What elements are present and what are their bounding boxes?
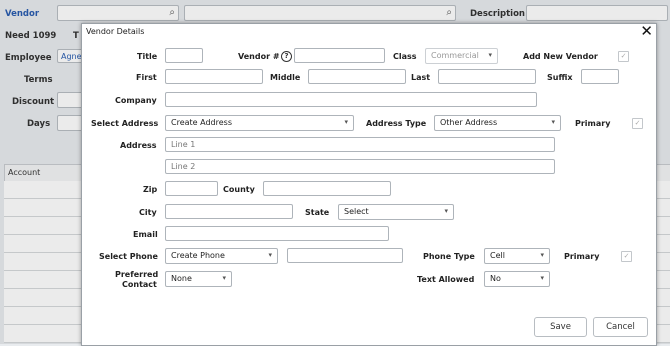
suffix-input[interactable] [581, 69, 619, 84]
select-phone-value: Create Phone [171, 251, 225, 260]
text-allowed-label: Text Allowed [417, 275, 475, 284]
class-select[interactable]: Commercial ▾ [425, 48, 498, 64]
save-button[interactable]: Save [534, 317, 587, 337]
state-value: Select [344, 207, 369, 216]
select-address-dropdown[interactable]: Create Address ▾ [165, 115, 354, 131]
suffix-label: Suffix [547, 73, 573, 82]
chevron-down-icon: ▾ [268, 251, 272, 259]
middle-name-input[interactable] [308, 69, 406, 84]
phone-type-label: Phone Type [423, 252, 475, 261]
cancel-button[interactable]: Cancel [593, 317, 648, 337]
class-select-value: Commercial [431, 51, 479, 60]
phone-primary-label: Primary [564, 252, 600, 261]
city-label: City [139, 208, 157, 217]
address-primary-checkbox[interactable]: ✓ [632, 118, 643, 129]
vendor-number-label: Vendor # [238, 52, 280, 61]
address-line2-input[interactable]: Line 2 [165, 159, 555, 174]
preferred-contact-dropdown[interactable]: None ▾ [165, 271, 232, 287]
preferred-contact-label-line2: Contact [122, 280, 157, 289]
vendor-details-dialog: Vendor Details ✕ Title Vendor # ? Class … [81, 22, 657, 346]
email-label: Email [133, 230, 158, 239]
add-new-vendor-checkbox[interactable]: ✓ [618, 51, 629, 62]
zip-input[interactable] [165, 181, 218, 196]
address-primary-label: Primary [575, 119, 611, 128]
chevron-down-icon: ▾ [551, 118, 555, 126]
first-name-input[interactable] [165, 69, 263, 84]
chevron-down-icon: ▾ [444, 207, 448, 215]
middle-name-label: Middle [270, 73, 301, 82]
chevron-down-icon: ▾ [222, 274, 226, 282]
preferred-contact-label-line1: Preferred [115, 270, 159, 279]
address-type-dropdown[interactable]: Other Address ▾ [434, 115, 561, 131]
address-type-value: Other Address [440, 118, 498, 127]
add-new-vendor-label: Add New Vendor [523, 52, 598, 61]
help-icon[interactable]: ? [281, 51, 292, 62]
dialog-title: Vendor Details [86, 27, 145, 36]
phone-type-dropdown[interactable]: Cell ▾ [484, 248, 550, 264]
text-allowed-dropdown[interactable]: No ▾ [484, 271, 550, 287]
title-input[interactable] [165, 48, 203, 63]
phone-primary-checkbox[interactable]: ✓ [621, 251, 632, 262]
chevron-down-icon: ▾ [540, 251, 544, 259]
title-label: Title [137, 52, 158, 61]
chevron-down-icon: ▾ [344, 118, 348, 126]
class-label: Class [393, 52, 417, 61]
select-address-label: Select Address [91, 119, 159, 128]
last-name-label: Last [411, 73, 431, 82]
first-name-label: First [136, 73, 157, 82]
last-name-input[interactable] [438, 69, 536, 84]
zip-label: Zip [143, 185, 158, 194]
select-phone-dropdown[interactable]: Create Phone ▾ [165, 248, 278, 264]
address-label: Address [120, 141, 157, 150]
city-input[interactable] [165, 204, 293, 219]
preferred-contact-value: None [171, 274, 192, 283]
company-label: Company [115, 96, 157, 105]
address-type-label: Address Type [366, 119, 427, 128]
close-icon[interactable]: ✕ [640, 22, 653, 40]
address-line1-input[interactable]: Line 1 [165, 137, 555, 152]
select-phone-label: Select Phone [99, 252, 158, 261]
county-label: County [223, 185, 255, 194]
phone-number-input[interactable] [287, 248, 403, 263]
chevron-down-icon: ▾ [488, 51, 492, 59]
phone-type-value: Cell [490, 251, 505, 260]
state-dropdown[interactable]: Select ▾ [338, 204, 454, 220]
chevron-down-icon: ▾ [540, 274, 544, 282]
county-input[interactable] [263, 181, 391, 196]
select-address-value: Create Address [171, 118, 232, 127]
company-input[interactable] [165, 92, 537, 107]
vendor-number-input[interactable] [294, 48, 385, 63]
text-allowed-value: No [490, 274, 501, 283]
state-label: State [305, 208, 330, 217]
email-input[interactable] [165, 226, 389, 241]
